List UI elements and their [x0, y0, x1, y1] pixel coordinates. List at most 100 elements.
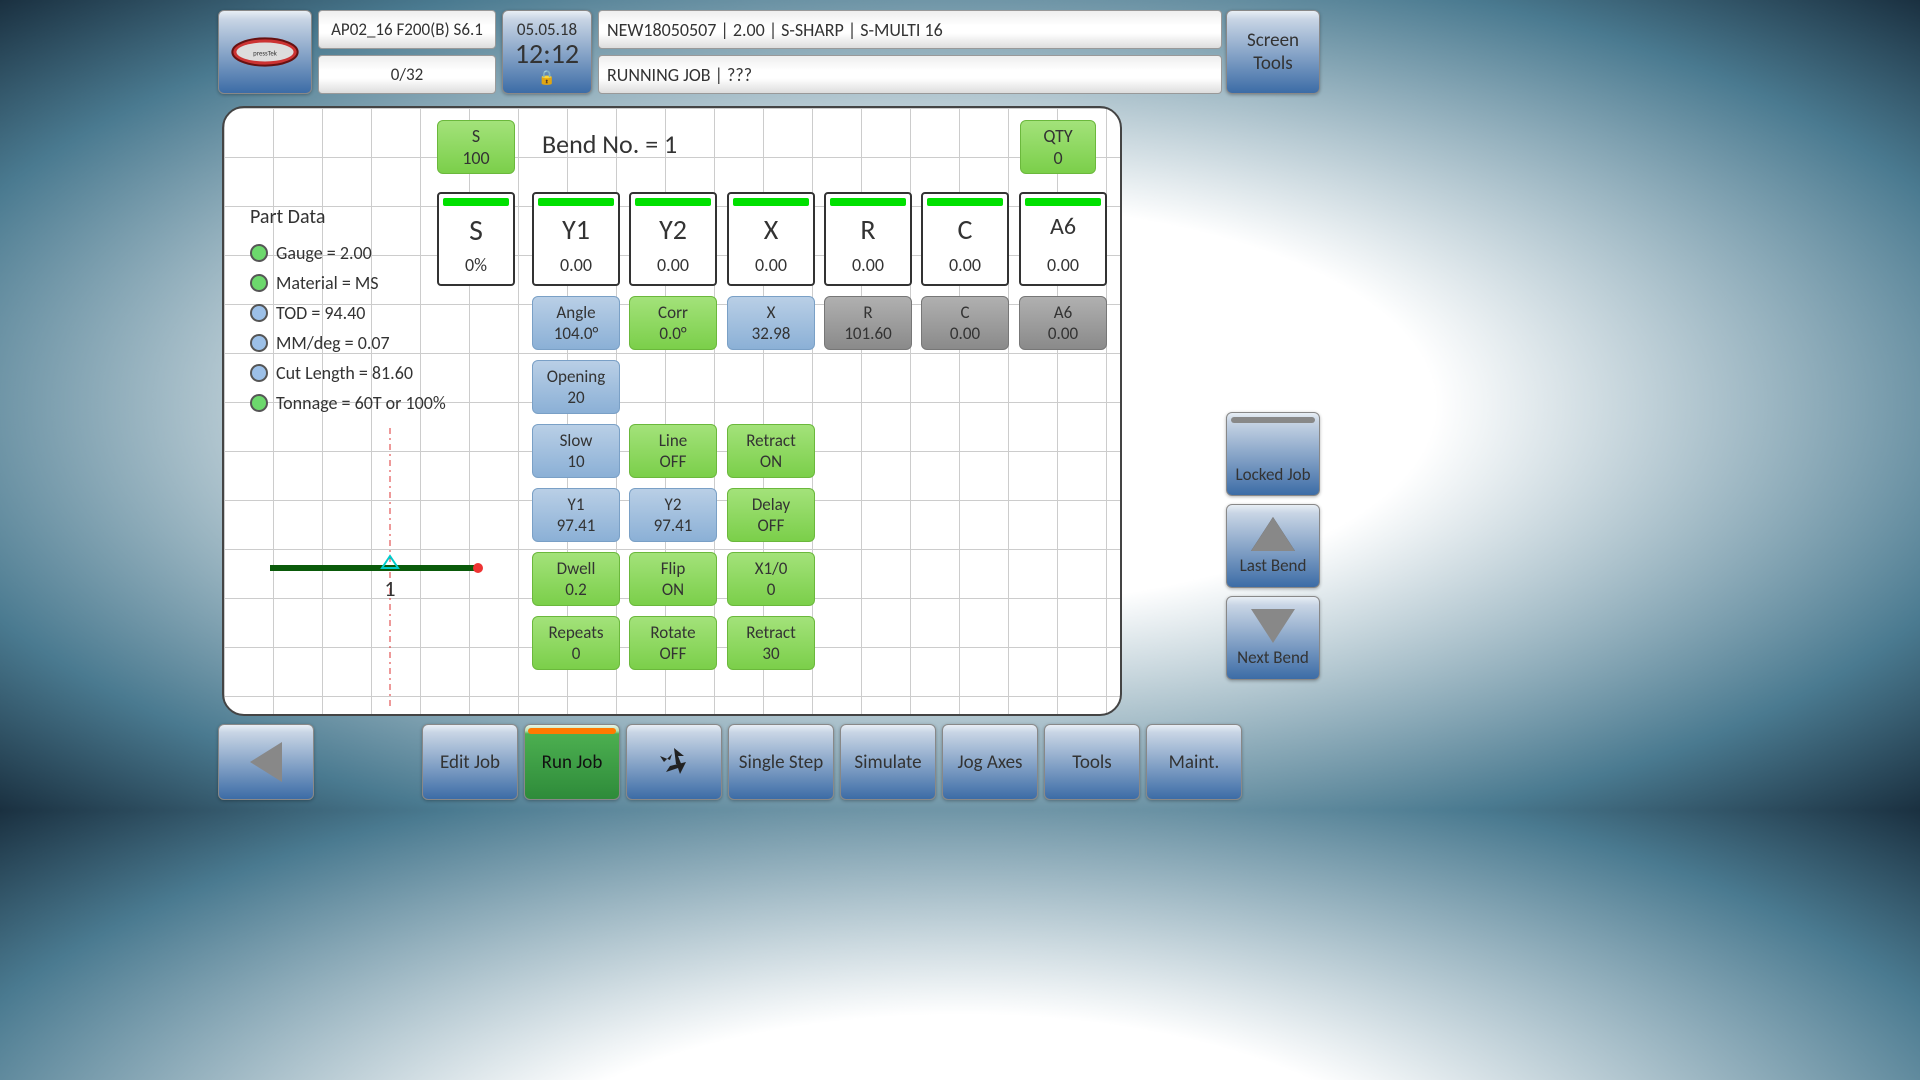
bottom-label: Tools: [1072, 751, 1111, 774]
axis-readout-c[interactable]: C0.00: [921, 192, 1009, 286]
param-label: Angle: [556, 302, 595, 323]
param-value: 0.00: [950, 323, 980, 344]
param-value: 0: [572, 643, 581, 664]
triangle-left-icon: [250, 742, 282, 782]
param-r[interactable]: R101.60: [824, 296, 912, 350]
triangle-down-icon: [1251, 609, 1295, 643]
svg-text:pressTek: pressTek: [253, 49, 277, 57]
job-status-field: RUNNING JOB | ???: [598, 55, 1222, 94]
axis-label: C: [923, 212, 1007, 247]
qty-chip[interactable]: QTY 0: [1020, 120, 1096, 174]
side-label: Locked Job: [1235, 464, 1310, 485]
param-label: Delay: [752, 494, 790, 515]
bottom-label: Maint.: [1169, 751, 1220, 774]
maintenance-button[interactable]: Maint.: [1146, 724, 1242, 800]
param-label: A6: [1054, 302, 1072, 323]
axis-readout-a6[interactable]: A60.00: [1019, 192, 1107, 286]
axis-value: 0.00: [534, 254, 618, 276]
param-c[interactable]: C0.00: [921, 296, 1009, 350]
bend-diagram: 1: [240, 428, 520, 708]
locked-job-button[interactable]: Locked Job: [1226, 412, 1320, 496]
param-retract-dist[interactable]: Retract30: [727, 616, 815, 670]
param-value: 32.98: [752, 323, 791, 344]
param-y1[interactable]: Y197.41: [532, 488, 620, 542]
jog-axes-button[interactable]: Jog Axes: [942, 724, 1038, 800]
param-label: Retract: [746, 622, 796, 643]
axis-label: Y2: [631, 212, 715, 247]
axis-readout-y2[interactable]: Y2 0.00: [629, 192, 717, 286]
chip-label: S: [472, 125, 480, 147]
axis-readout-y1[interactable]: Y1 0.00: [532, 192, 620, 286]
param-a6[interactable]: A60.00: [1019, 296, 1107, 350]
part-data-row: Gauge = 2.00: [250, 238, 446, 268]
edit-job-button[interactable]: Edit Job: [422, 724, 518, 800]
param-delay[interactable]: DelayOFF: [727, 488, 815, 542]
param-angle[interactable]: Angle104.0°: [532, 296, 620, 350]
param-value: 30: [762, 643, 779, 664]
bottom-label: Jog Axes: [958, 751, 1023, 774]
param-retract-mode[interactable]: RetractON: [727, 424, 815, 478]
status-dot-icon: [250, 304, 268, 322]
axis-label: Y1: [534, 212, 618, 247]
status-dot-icon: [250, 394, 268, 412]
back-button[interactable]: [218, 724, 314, 800]
param-value: 10: [567, 451, 584, 472]
param-value: 0: [767, 579, 776, 600]
part-data-row: Tonnage = 60T or 100%: [250, 388, 446, 418]
svg-text:1: 1: [384, 575, 395, 602]
part-data-row: Cut Length = 81.60: [250, 358, 446, 388]
simulate-button[interactable]: Simulate: [840, 724, 936, 800]
param-label: Repeats: [548, 622, 603, 643]
param-x[interactable]: X32.98: [727, 296, 815, 350]
next-bend-button[interactable]: Next Bend: [1226, 596, 1320, 680]
param-label: X1/0: [755, 558, 788, 579]
param-corr[interactable]: Corr0.0°: [629, 296, 717, 350]
param-slow[interactable]: Slow10: [532, 424, 620, 478]
part-data-text: TOD = 94.40: [276, 298, 365, 328]
param-label: X: [767, 302, 776, 323]
axis-readout-x[interactable]: X 0.00: [727, 192, 815, 286]
part-data-row: MM/deg = 0.07: [250, 328, 446, 358]
param-value: 101.60: [844, 323, 891, 344]
frame-counter-field: 0/32: [318, 55, 496, 94]
main-panel: Part Data Gauge = 2.00 Material = MS TOD…: [222, 106, 1122, 716]
part-data-row: Material = MS: [250, 268, 446, 298]
param-value: 0.0°: [659, 323, 686, 344]
param-repeats[interactable]: Repeats0: [532, 616, 620, 670]
param-value: OFF: [660, 643, 687, 664]
param-x10[interactable]: X1/00: [727, 552, 815, 606]
job-info-field: NEW18050507 | 2.00 | S-SHARP | S-MULTI 1…: [598, 10, 1222, 49]
cycle-button[interactable]: [626, 724, 722, 800]
screen-tools-label: Screen Tools: [1247, 29, 1299, 75]
bottom-spacer: [320, 724, 416, 800]
axis-value: 0.00: [631, 254, 715, 276]
single-step-button[interactable]: Single Step: [728, 724, 834, 800]
system-version-field: AP02_16 F200(B) S6.1: [318, 10, 496, 49]
logo-button[interactable]: pressTek: [218, 10, 312, 94]
part-data-text: Material = MS: [276, 268, 379, 298]
axis-readout-r[interactable]: R0.00: [824, 192, 912, 286]
axis-readout-s[interactable]: S0%: [437, 192, 515, 286]
chip-value: 0: [1053, 147, 1062, 169]
speed-chip[interactable]: S 100: [437, 120, 515, 174]
axis-value: 0.00: [729, 254, 813, 276]
time-label: 12:12: [515, 36, 579, 71]
screen-tools-button[interactable]: Screen Tools: [1226, 10, 1320, 94]
last-bend-button[interactable]: Last Bend: [1226, 504, 1320, 588]
axis-label: X: [729, 212, 813, 247]
bottom-label: Single Step: [739, 751, 823, 774]
param-label: Rotate: [650, 622, 695, 643]
param-dwell[interactable]: Dwell0.2: [532, 552, 620, 606]
param-label: Retract: [746, 430, 796, 451]
bend-number-title: Bend No. = 1: [542, 128, 677, 160]
param-opening[interactable]: Opening20: [532, 360, 620, 414]
param-flip[interactable]: FlipON: [629, 552, 717, 606]
param-line[interactable]: LineOFF: [629, 424, 717, 478]
datetime-button[interactable]: 05.05.18 12:12 🔒: [502, 10, 592, 94]
tools-button[interactable]: Tools: [1044, 724, 1140, 800]
param-y2[interactable]: Y297.41: [629, 488, 717, 542]
param-rotate[interactable]: RotateOFF: [629, 616, 717, 670]
param-value: 20: [567, 387, 584, 408]
run-job-button[interactable]: Run Job: [524, 724, 620, 800]
part-data-text: MM/deg = 0.07: [276, 328, 390, 358]
